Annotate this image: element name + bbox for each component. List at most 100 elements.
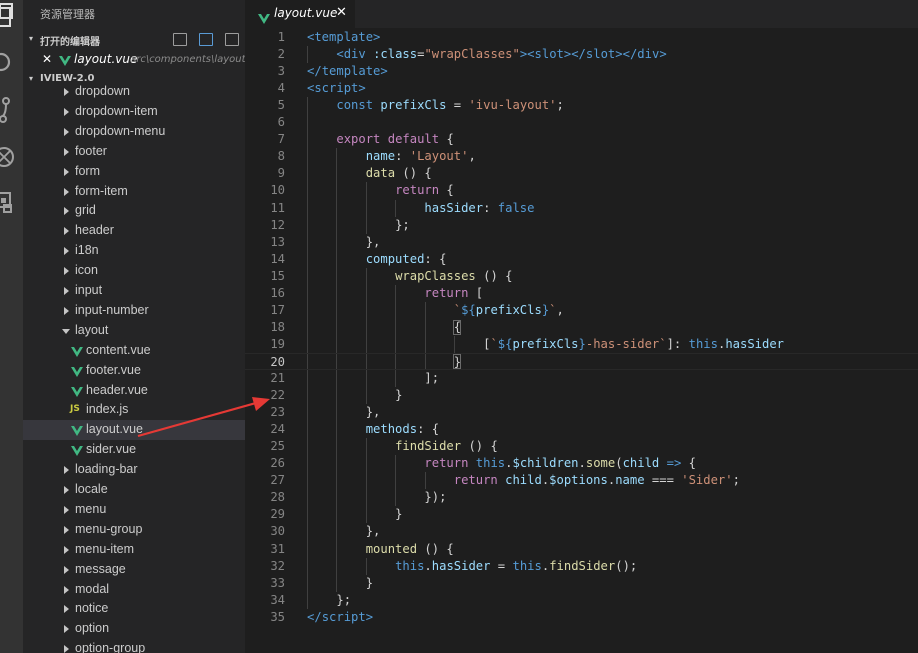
close-icon[interactable]: ✕	[42, 52, 52, 66]
code-line[interactable]: 20 }	[245, 352, 918, 370]
code-line[interactable]: 21 ];	[245, 370, 918, 387]
tree-folder[interactable]: input	[23, 281, 245, 301]
code-line[interactable]: 34 };	[245, 592, 918, 609]
code-line[interactable]: 16 return [	[245, 285, 918, 302]
save-all-icon[interactable]	[173, 33, 187, 46]
tree-file[interactable]: footer.vue	[23, 361, 245, 381]
code-token: default	[387, 132, 440, 147]
tree-folder[interactable]: input-number	[23, 301, 245, 321]
line-number: 23	[270, 405, 285, 420]
tree-file[interactable]: content.vue	[23, 341, 245, 361]
code-text: {	[307, 319, 461, 336]
tree-folder[interactable]: message	[23, 560, 245, 580]
code-line[interactable]: 3 </template>	[245, 63, 918, 80]
code-token: this	[395, 558, 425, 573]
tree-folder[interactable]: option-group	[23, 639, 245, 653]
open-editor-item[interactable]: ✕ layout.vue src\components\layout	[23, 50, 245, 70]
debug-icon[interactable]	[0, 142, 23, 172]
code-token: wrapClasses	[395, 268, 476, 283]
code-line[interactable]: 19 [`${prefixCls}-has-sider`]: this.hasS…	[245, 336, 918, 353]
close-icon[interactable]: ✕	[336, 5, 347, 20]
tree-folder[interactable]: dropdown	[23, 82, 245, 102]
code-line[interactable]: 5 const prefixCls = 'ivu-layout';	[245, 97, 918, 114]
code-line[interactable]: 7 export default {	[245, 131, 918, 148]
source-control-icon[interactable]	[0, 95, 23, 125]
code-line[interactable]: 32 this.hasSider = this.findSider();	[245, 558, 918, 575]
tree-folder[interactable]: grid	[23, 201, 245, 221]
code-line[interactable]: 27 return child.$options.name === 'Sider…	[245, 472, 918, 489]
line-number: 24	[270, 422, 285, 437]
code-line[interactable]: 29 }	[245, 506, 918, 523]
chevron-right-icon	[62, 86, 70, 96]
code-line[interactable]: 26 return this.$children.some(child => {	[245, 455, 918, 472]
code-line[interactable]: 22 }	[245, 387, 918, 404]
code-line[interactable]: 24 methods: {	[245, 421, 918, 438]
code-line[interactable]: 25 findSider () {	[245, 438, 918, 455]
tree-folder[interactable]: notice	[23, 599, 245, 619]
code-line[interactable]: 9 data () {	[245, 165, 918, 182]
line-number: 8	[277, 149, 285, 164]
code-line[interactable]: 23 },	[245, 404, 918, 421]
code-token: () {	[395, 166, 432, 181]
tree-folder[interactable]: header	[23, 221, 245, 241]
code-line[interactable]: 14 computed: {	[245, 251, 918, 268]
tree-folder[interactable]: menu-item	[23, 540, 245, 560]
tree-file[interactable]: sider.vue	[23, 440, 245, 460]
code-line[interactable]: 11 hasSider: false	[245, 200, 918, 217]
explorer-icon[interactable]	[0, 2, 23, 32]
tree-item-label: input-number	[75, 302, 149, 317]
tree-file[interactable]: JS index.js	[23, 400, 245, 420]
extensions-icon[interactable]	[0, 187, 23, 217]
code-line[interactable]: 6	[245, 114, 918, 131]
code-line[interactable]: 12 };	[245, 217, 918, 234]
tree-folder[interactable]: loading-bar	[23, 460, 245, 480]
code-token: <	[527, 47, 535, 62]
code-line[interactable]: 1 <template>	[245, 29, 918, 46]
chevron-right-icon	[62, 166, 70, 176]
tree-file[interactable]: layout.vue	[23, 420, 245, 441]
code-line[interactable]: 31 mounted () {	[245, 541, 918, 558]
code-line[interactable]: 30 },	[245, 523, 918, 540]
tree-folder[interactable]: locale	[23, 480, 245, 500]
save-icon[interactable]	[199, 33, 213, 46]
tree-folder[interactable]: footer	[23, 142, 245, 162]
tree-folder[interactable]: option	[23, 619, 245, 639]
code-line[interactable]: 15 wrapClasses () {	[245, 268, 918, 285]
tree-file[interactable]: header.vue	[23, 381, 245, 401]
code-token: >	[380, 64, 388, 79]
chevron-right-icon	[62, 623, 70, 634]
code-line[interactable]: 8 name: 'Layout',	[245, 148, 918, 165]
tree-folder[interactable]: i18n	[23, 241, 245, 261]
code-line[interactable]: 17 `${prefixCls}`,	[245, 302, 918, 319]
tree-folder[interactable]: dropdown-item	[23, 102, 245, 122]
code-line[interactable]: 28 });	[245, 489, 918, 506]
line-number: 18	[270, 319, 285, 334]
chevron-down-icon: ▾	[29, 34, 34, 43]
tree-folder[interactable]: menu-group	[23, 520, 245, 540]
tree-folder[interactable]: modal	[23, 580, 245, 600]
code-line[interactable]: 2 <div :class="wrapClasses"><slot></slot…	[245, 46, 918, 63]
tree-item-label: i18n	[75, 243, 99, 258]
close-all-icon[interactable]	[225, 33, 239, 46]
code-line[interactable]: 35 </script>	[245, 609, 918, 626]
code-line[interactable]: 13 },	[245, 234, 918, 251]
code-line[interactable]: 10 return {	[245, 182, 918, 199]
tree-folder[interactable]: dropdown-menu	[23, 122, 245, 142]
tree-folder[interactable]: menu	[23, 500, 245, 520]
vue-file-icon	[258, 9, 270, 28]
tree-folder[interactable]: form-item	[23, 182, 245, 202]
search-icon[interactable]	[0, 48, 23, 78]
tree-folder[interactable]: icon	[23, 261, 245, 281]
tree-folder[interactable]: form	[23, 162, 245, 182]
code-editor[interactable]: 1 <template> 2 <div :class="wrapClasses"><…	[245, 28, 918, 653]
tab-layout-vue[interactable]: layout.vue ✕	[245, 0, 355, 28]
code-line[interactable]: 18 {	[245, 319, 918, 336]
code-line[interactable]: 4 <script>	[245, 80, 918, 97]
tree-folder[interactable]: layout	[23, 321, 245, 341]
tree-item-label: dropdown-item	[75, 103, 158, 118]
code-line[interactable]: 33 }	[245, 575, 918, 592]
code-text: const prefixCls = 'ivu-layout';	[307, 97, 564, 114]
